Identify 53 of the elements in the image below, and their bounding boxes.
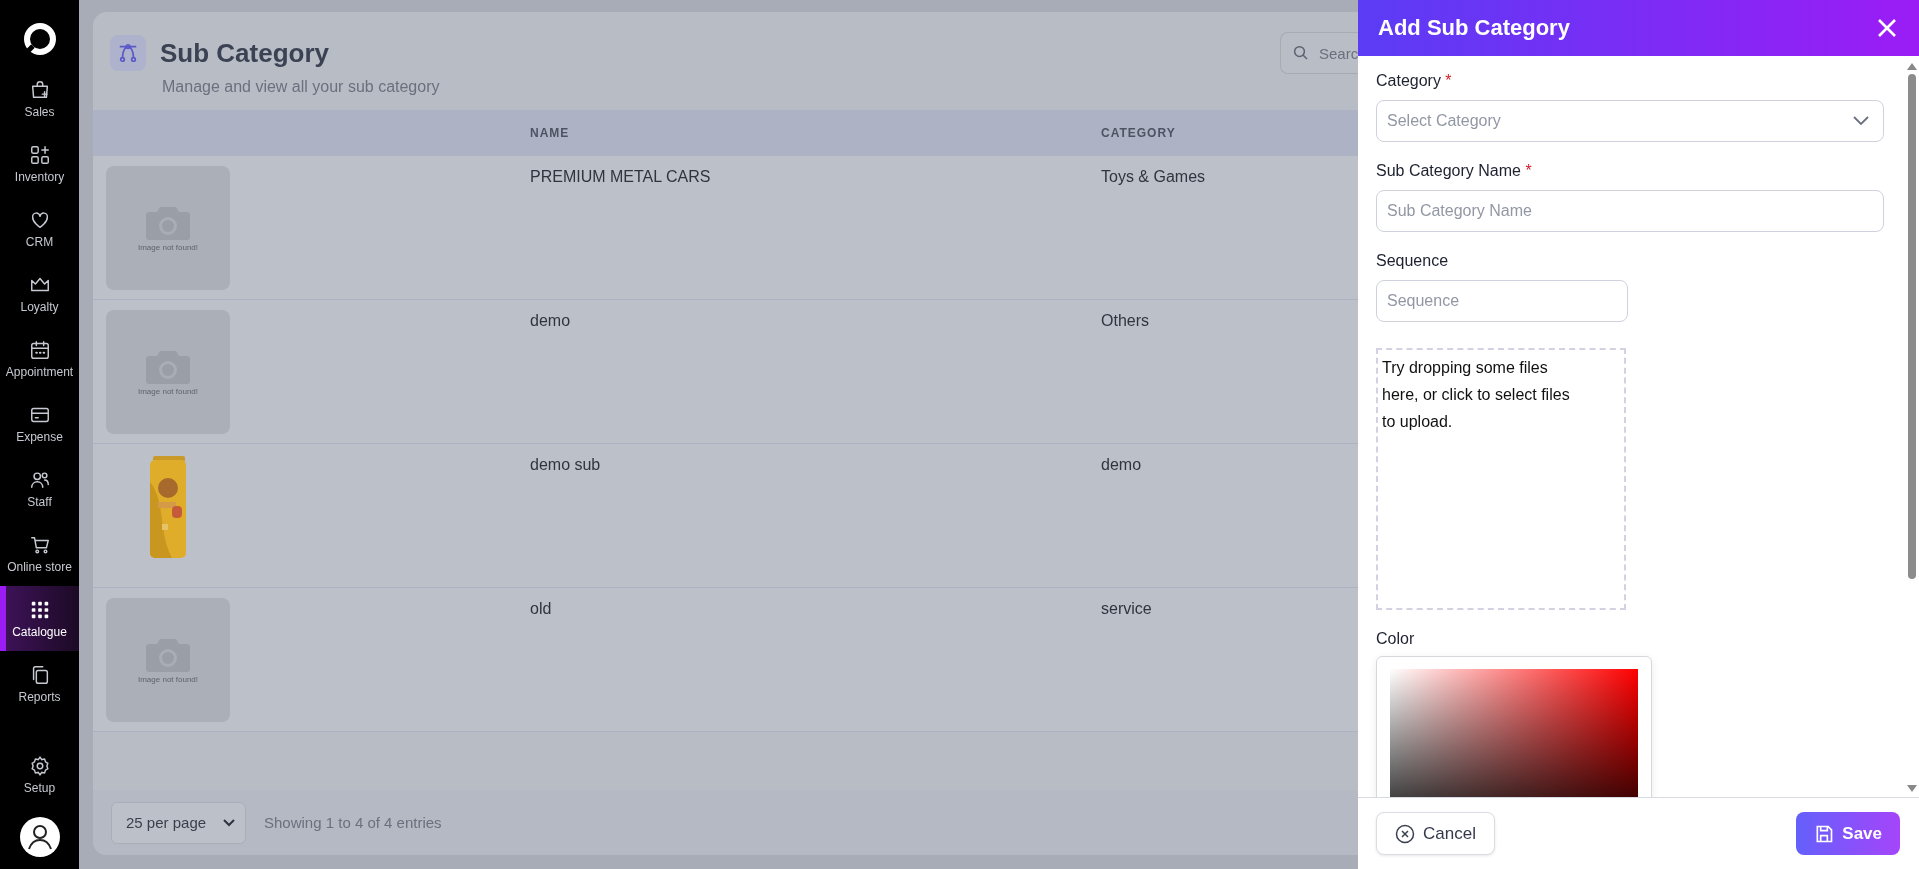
table-cell-text: demo — [530, 311, 572, 331]
input-field[interactable]: Sequence — [1376, 280, 1628, 322]
column-header: CATEGORY — [1101, 125, 1177, 140]
save-button[interactable]: Save — [1796, 812, 1900, 855]
scroll-up-icon[interactable] — [1906, 62, 1917, 70]
placeholder-text: Image not found! — [137, 386, 198, 396]
nav-item[interactable]: Appointment — [0, 326, 79, 391]
chevron-down-icon — [223, 818, 235, 827]
bezier-icon — [110, 35, 146, 71]
placeholder-text: Image not found! — [137, 242, 198, 252]
search-field[interactable]: Searc — [1280, 32, 1358, 74]
page-subtitle: Manage and view all your sub category — [162, 78, 441, 97]
nav-item[interactable]: Setup — [0, 742, 79, 807]
file-dropzone[interactable]: Try dropping some files here, or click to select files to upload. — [1376, 348, 1626, 610]
nav-item[interactable]: CRM — [0, 196, 79, 261]
table-cell-text: Others — [1101, 311, 1150, 331]
placeholder-text: Image not found! — [137, 674, 198, 684]
table-cell-text: demo sub — [530, 455, 602, 475]
field-label: Category * — [1376, 72, 1453, 90]
nav-item[interactable]: Expense — [0, 391, 79, 456]
nav-item[interactable]: Reports — [0, 651, 79, 716]
nav-item[interactable]: Inventory — [0, 131, 79, 196]
logo-icon[interactable] — [22, 22, 57, 56]
nav-item[interactable]: Loyalty — [0, 261, 79, 326]
table-cell-text: service — [1101, 599, 1153, 619]
field-label: Sequence — [1376, 252, 1450, 270]
column-header: NAME — [530, 125, 571, 140]
nav-item[interactable]: Catalogue — [0, 586, 79, 651]
input-field[interactable]: Sub Category Name — [1376, 190, 1884, 232]
scroll-down-icon[interactable] — [1906, 785, 1917, 793]
close-circle-icon — [1395, 823, 1415, 844]
table-cell-text: Toys & Games — [1101, 167, 1207, 187]
page-title: Sub Category — [160, 37, 330, 69]
calendar-icon — [28, 338, 51, 361]
color-saturation-area[interactable] — [1390, 669, 1638, 797]
grid-plus-icon — [28, 143, 51, 166]
drawer-title: Add Sub Category — [1378, 15, 1570, 41]
per-page-select[interactable]: 25 per page — [111, 801, 246, 844]
table-cell-text: old — [530, 599, 553, 619]
nav-item[interactable]: Sales — [0, 66, 79, 131]
table-cell-text: demo — [1101, 455, 1143, 475]
entries-summary: Showing 1 to 4 of 4 entries — [264, 814, 442, 831]
chevron-down-icon — [1853, 116, 1869, 126]
settings-icon — [28, 754, 51, 777]
field-label: Color — [1376, 630, 1416, 648]
nav-item[interactable]: Staff — [0, 456, 79, 521]
table-cell-text: PREMIUM METAL CARS — [530, 167, 712, 187]
close-icon[interactable] — [1877, 18, 1897, 38]
avatar-icon[interactable] — [19, 817, 60, 857]
nav-item[interactable]: Online store — [0, 521, 79, 586]
search-icon — [1292, 44, 1310, 62]
field-label: Sub Category Name * — [1376, 162, 1533, 180]
cancel-button[interactable]: Cancel — [1376, 812, 1495, 855]
